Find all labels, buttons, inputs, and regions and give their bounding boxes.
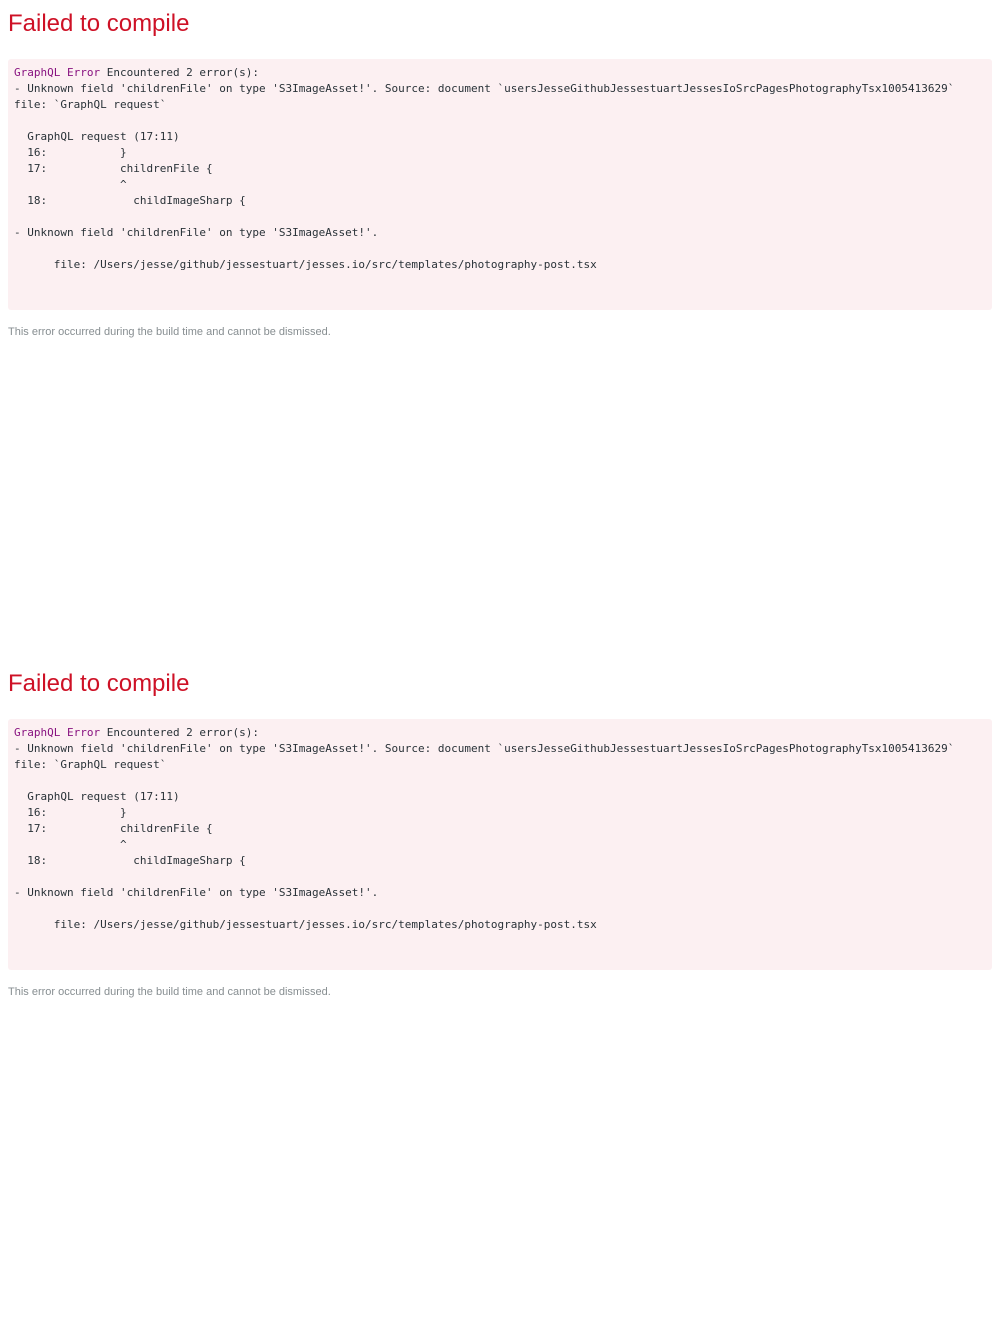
error-message-box: GraphQL Error Encountered 2 error(s): - … xyxy=(8,719,992,970)
error-type-label: GraphQL Error xyxy=(14,726,101,739)
error-message-box: GraphQL Error Encountered 2 error(s): - … xyxy=(8,59,992,310)
error-summary: Encountered 2 error(s): xyxy=(100,726,260,739)
error-type-label: GraphQL Error xyxy=(14,66,101,79)
error-details: - Unknown field 'childrenFile' on type '… xyxy=(14,82,955,271)
error-overlay-2: Failed to compile GraphQL Error Encounte… xyxy=(8,668,992,1000)
error-message: GraphQL Error Encountered 2 error(s): - … xyxy=(14,725,986,933)
error-title: Failed to compile xyxy=(8,670,190,697)
error-title: Failed to compile xyxy=(8,10,190,37)
error-message: GraphQL Error Encountered 2 error(s): - … xyxy=(14,65,986,273)
error-details: - Unknown field 'childrenFile' on type '… xyxy=(14,742,955,931)
error-summary: Encountered 2 error(s): xyxy=(100,66,260,79)
error-overlay-1: Failed to compile GraphQL Error Encounte… xyxy=(8,8,992,340)
error-footer-note: This error occurred during the build tim… xyxy=(8,326,331,338)
error-footer-note: This error occurred during the build tim… xyxy=(8,986,331,998)
